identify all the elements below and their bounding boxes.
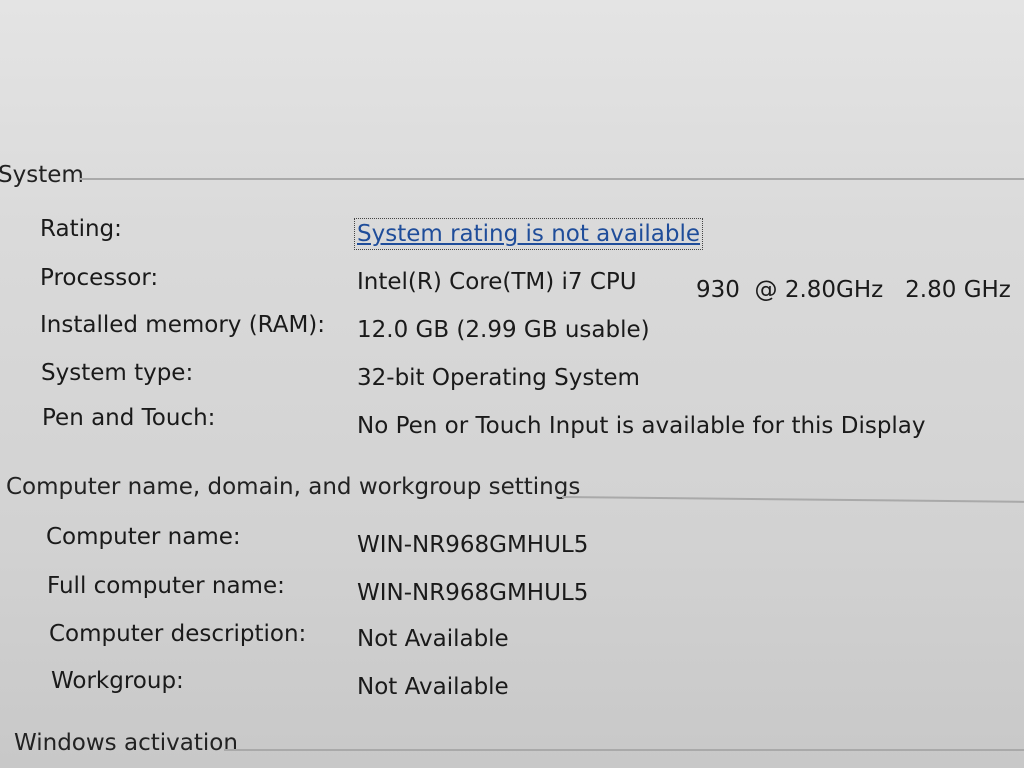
computer-name-label: Computer name:	[46, 524, 241, 550]
workgroup-value: Not Available	[357, 674, 509, 700]
pen-touch-label: Pen and Touch:	[42, 405, 216, 431]
computer-name-value: WIN-NR968GMHUL5	[357, 532, 589, 558]
workgroup-label: Workgroup:	[51, 668, 184, 694]
section-title-windows-activation: Windows activation	[14, 730, 238, 756]
full-computer-name-label: Full computer name:	[47, 573, 285, 599]
system-rating-link[interactable]: System rating is not available	[353, 218, 704, 250]
system-type-value: 32-bit Operating System	[357, 365, 640, 391]
computer-description-label: Computer description:	[49, 621, 307, 647]
section-title-computer-name: Computer name, domain, and workgroup set…	[6, 474, 581, 500]
section-divider-computer-name	[561, 496, 1024, 503]
computer-description-value: Not Available	[357, 626, 509, 652]
processor-value: Intel(R) Core(TM) i7 CPU	[357, 269, 637, 295]
pen-touch-value: No Pen or Touch Input is available for t…	[357, 413, 926, 439]
system-type-label: System type:	[41, 360, 194, 386]
processor-speed-value: 930 @ 2.80GHz 2.80 GHz	[696, 277, 1011, 303]
installed-memory-value: 12.0 GB (2.99 GB usable)	[357, 317, 650, 343]
processor-label: Processor:	[40, 265, 159, 291]
full-computer-name-value: WIN-NR968GMHUL5	[357, 580, 589, 606]
section-divider-windows-activation	[224, 749, 1024, 751]
installed-memory-label: Installed memory (RAM):	[40, 312, 326, 338]
section-divider-system	[80, 178, 1024, 180]
section-title-system: System	[0, 162, 84, 188]
rating-label: Rating:	[40, 216, 122, 242]
